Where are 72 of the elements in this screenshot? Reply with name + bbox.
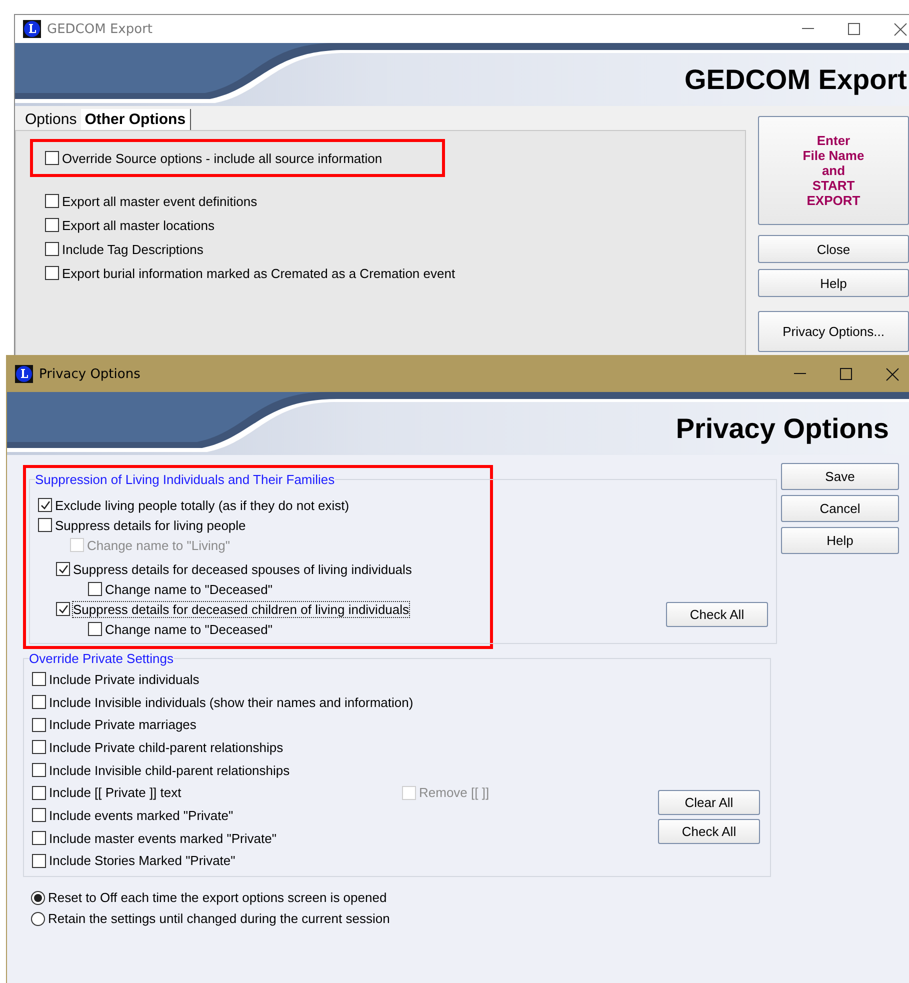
checkbox-label: Suppress details for living people bbox=[55, 518, 246, 532]
checkbox-label: Include Private marriages bbox=[49, 717, 196, 732]
maximize-icon[interactable] bbox=[840, 368, 852, 380]
radio-button[interactable] bbox=[31, 912, 45, 926]
dialog-button[interactable]: Help bbox=[758, 269, 909, 297]
dialog-button[interactable]: Close bbox=[758, 235, 909, 263]
dialog-heading: GEDCOM Export bbox=[684, 64, 907, 96]
checkbox[interactable] bbox=[32, 808, 46, 822]
checkbox-label: Include Invisible individuals (show their names and information) bbox=[49, 694, 414, 710]
tab[interactable]: Other Options bbox=[80, 109, 191, 130]
checkbox[interactable] bbox=[38, 518, 52, 532]
dialog-button[interactable]: Help bbox=[781, 527, 899, 554]
checkbox-label: Include Invisible child-parent relationships bbox=[49, 762, 290, 778]
checkbox[interactable] bbox=[32, 672, 46, 686]
checkbox[interactable] bbox=[38, 498, 52, 512]
checkbox[interactable] bbox=[32, 854, 46, 868]
tab[interactable]: Options bbox=[21, 109, 81, 130]
checkbox-label: Change name to "Living" bbox=[87, 538, 230, 552]
checkbox[interactable] bbox=[56, 562, 70, 576]
checkbox[interactable] bbox=[32, 740, 46, 754]
checkbox-label: Include [[ Private ]] text bbox=[49, 785, 182, 800]
radio-button[interactable] bbox=[31, 890, 45, 905]
privacy-options-button[interactable]: Privacy Options... bbox=[758, 311, 909, 352]
checkbox-label: Exclude living people totally (as if they do not exist) bbox=[55, 498, 350, 512]
checkbox-label: Include Tag Descriptions bbox=[62, 242, 204, 256]
checkbox[interactable] bbox=[88, 582, 102, 596]
dialog-button[interactable]: Cancel bbox=[781, 495, 899, 522]
checkbox-label: Export all master event definitions bbox=[62, 194, 258, 208]
start-export-button[interactable]: Enter File Name and START EXPORT bbox=[758, 116, 909, 225]
dialog-button[interactable]: Save bbox=[781, 463, 899, 490]
checkbox-label: Change name to "Deceased" bbox=[105, 582, 273, 596]
checkbox[interactable] bbox=[32, 718, 46, 732]
checkbox[interactable] bbox=[45, 266, 59, 280]
checkbox[interactable] bbox=[45, 194, 59, 208]
checkbox-label: Include master events marked "Private" bbox=[49, 830, 276, 846]
checkbox-label: Override Source options - include all source information bbox=[62, 150, 382, 166]
checkbox-label: Export burial information marked as Cremated as a Cremation event bbox=[62, 266, 456, 280]
checkbox[interactable] bbox=[56, 602, 70, 616]
group-legend: Override Private Settings bbox=[29, 651, 174, 666]
check-all-button[interactable]: Check All bbox=[666, 602, 768, 627]
radio-label: Retain the settings until changed during the current session bbox=[48, 911, 390, 926]
dialog-heading: Privacy Options bbox=[676, 412, 889, 444]
checkbox-label: Include Private child-parent relationships bbox=[49, 740, 284, 755]
checkbox[interactable] bbox=[32, 786, 46, 800]
window-title: Privacy Options bbox=[39, 366, 140, 382]
checkbox-label: Export all master locations bbox=[62, 218, 214, 232]
checkbox[interactable] bbox=[32, 831, 46, 846]
app-logo-icon bbox=[23, 20, 41, 38]
minimize-icon[interactable] bbox=[802, 28, 814, 30]
checkbox-label: Include Stories Marked "Private" bbox=[49, 853, 236, 868]
checkbox-label: Include events marked "Private" bbox=[49, 808, 234, 823]
checkbox-label: Suppress details for deceased spouses of living individuals bbox=[73, 562, 412, 576]
checkbox[interactable] bbox=[45, 218, 59, 232]
maximize-icon[interactable] bbox=[848, 23, 860, 35]
checkbox-label: Suppress details for deceased children of living individuals bbox=[73, 602, 410, 616]
clear-all-button[interactable]: Clear All bbox=[658, 790, 760, 816]
checkbox[interactable] bbox=[32, 695, 46, 710]
check-all-button[interactable]: Check All bbox=[658, 819, 760, 844]
checkbox[interactable] bbox=[32, 763, 46, 778]
close-icon[interactable] bbox=[894, 22, 906, 36]
checkbox[interactable] bbox=[45, 151, 59, 165]
app-logo-icon bbox=[15, 365, 33, 383]
minimize-icon[interactable] bbox=[794, 373, 806, 375]
checkbox[interactable] bbox=[45, 242, 59, 256]
checkbox[interactable] bbox=[88, 622, 102, 636]
close-icon[interactable] bbox=[886, 368, 898, 380]
radio-label: Reset to Off each time the export options screen is opened bbox=[48, 890, 387, 906]
group-legend: Suppression of Living Individuals and Their Families bbox=[35, 472, 335, 487]
checkbox-label: Remove [[ ]] bbox=[419, 785, 490, 800]
checkbox-label: Change name to "Deceased" bbox=[105, 622, 273, 636]
checkbox-label: Include Private individuals bbox=[49, 672, 200, 687]
window-title: GEDCOM Export bbox=[47, 22, 153, 36]
